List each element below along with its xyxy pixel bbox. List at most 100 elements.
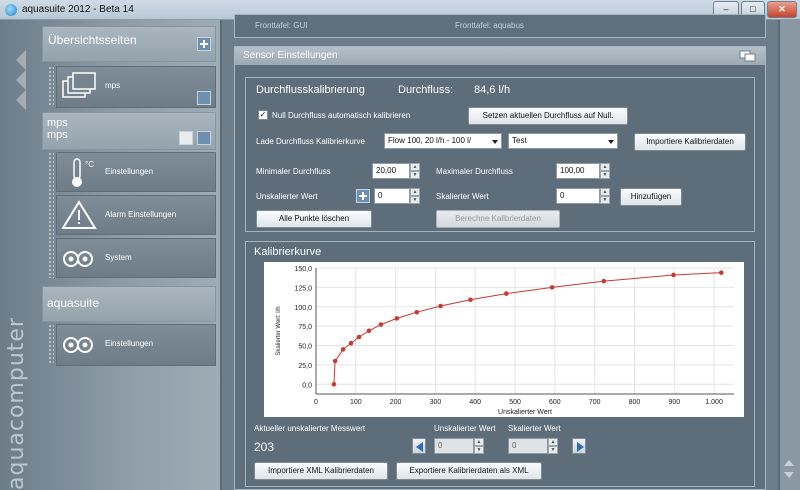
curve-select[interactable]: Flow 100, 20 l/h - 100 l/ xyxy=(384,133,502,149)
y-tick-label: 25,0 xyxy=(298,363,312,370)
scaled-input[interactable]: 0 xyxy=(556,188,600,204)
tile-device-settings[interactable]: °C Einstellungen xyxy=(56,152,216,192)
data-point xyxy=(503,291,509,296)
series-line xyxy=(333,272,722,385)
auto-zero-checkbox[interactable]: ✓ xyxy=(258,110,268,120)
x-tick-label: 200 xyxy=(390,399,402,406)
section-device[interactable]: mps mps xyxy=(42,112,216,150)
data-point xyxy=(671,272,676,278)
curve-scaled-input[interactable]: 0 xyxy=(508,438,548,454)
sensor-settings-title: Sensor Einstellungen xyxy=(243,50,338,61)
x-tick-label: 400 xyxy=(469,399,481,406)
data-point xyxy=(601,278,607,284)
data-point xyxy=(340,347,346,352)
collapse-arrows-icon[interactable] xyxy=(16,50,38,110)
name-select[interactable]: Test xyxy=(508,133,618,149)
section-overview[interactable]: Übersichtsseiten xyxy=(42,26,216,62)
flow-label: Durchfluss: xyxy=(398,84,454,96)
import-xml-button[interactable]: Importiere XML Kalibrierdaten xyxy=(254,462,388,480)
curve-unscaled-input[interactable]: 0 xyxy=(434,438,474,454)
delete-all-points-button[interactable]: Alle Punkte löschen xyxy=(256,210,372,228)
frontpanel-option-gui[interactable]: Fronttafel: GUI xyxy=(255,21,307,30)
curve-scaled-stepper[interactable]: ▲ ▼ xyxy=(548,438,558,454)
import-calibration-button[interactable]: Importiere Kalibrierdaten xyxy=(634,133,746,151)
x-tick-label: 100 xyxy=(350,399,362,406)
device-window-icon[interactable] xyxy=(179,131,193,145)
svg-text:°C: °C xyxy=(85,160,94,169)
x-tick-label: 300 xyxy=(430,399,442,406)
scroll-up-icon[interactable] xyxy=(784,460,794,466)
data-point xyxy=(468,297,473,303)
load-curve-label: Lade Durchfluss Kalibrierkurve xyxy=(256,137,365,146)
scaled-stepper[interactable]: ▲ ▼ xyxy=(600,188,610,204)
min-flow-input[interactable]: 20,00 xyxy=(372,163,410,179)
gears-icon xyxy=(63,251,93,267)
thermometer-icon: °C xyxy=(72,158,94,187)
data-point xyxy=(348,340,354,346)
x-tick-label: 700 xyxy=(589,399,601,406)
scroll-down-icon[interactable] xyxy=(784,472,794,478)
gears-icon xyxy=(63,337,93,353)
max-flow-input[interactable]: 100,00 xyxy=(556,163,600,179)
data-point xyxy=(356,334,362,340)
y-tick-label: 0,0 xyxy=(302,382,312,389)
set-zero-button[interactable]: Setzen aktuellen Durchfluss auf Null. xyxy=(468,107,628,125)
curve-unscaled-label: Unskalierter Wert xyxy=(434,424,496,433)
vertical-scrollbar[interactable] xyxy=(780,20,800,490)
flow-calibration-group: Durchflusskalibrierung Durchfluss: 84,6 … xyxy=(245,77,755,232)
curve-scaled-label: Skalierter Wert xyxy=(508,424,561,433)
windows-stack-icon xyxy=(62,72,96,98)
device-settings-icon[interactable] xyxy=(197,131,211,145)
dots-decoration xyxy=(48,324,54,364)
arrow-left-icon xyxy=(416,442,423,452)
tile-label: System xyxy=(105,253,132,262)
x-tick-label: 900 xyxy=(668,399,680,406)
current-measurement-label: Aktueller unskalierter Messwert xyxy=(254,424,366,433)
close-button[interactable]: ✕ xyxy=(767,1,797,18)
add-button[interactable]: Hinzufügen xyxy=(620,188,682,206)
section-app[interactable]: aquasuite xyxy=(42,286,216,322)
brand-logo-text: aquacomputer xyxy=(4,317,29,490)
data-point xyxy=(394,316,400,321)
previous-point-button[interactable] xyxy=(412,438,426,454)
data-point xyxy=(718,270,724,275)
add-overview-icon[interactable] xyxy=(197,37,211,51)
calibration-curve-group: Kalibrierkurve 150,0 125,0 100,0 75,0 50,0 25… xyxy=(245,241,755,487)
compute-calibration-button[interactable]: Berechne Kalibrierdaten xyxy=(436,210,560,228)
y-tick-label: 150,0 xyxy=(294,266,312,273)
sensor-settings-card: Sensor Einstellungen Durchflusskalibrier… xyxy=(234,46,766,490)
data-point xyxy=(378,322,384,327)
tile-app-settings[interactable]: Einstellungen xyxy=(56,324,216,366)
auto-zero-label: Null Durchfluss automatisch kalibrieren xyxy=(272,111,411,120)
unscaled-input[interactable]: 0 xyxy=(374,188,410,204)
sidebar: aquacomputer Übersichtsseiten mps mps mp… xyxy=(0,20,220,490)
max-flow-stepper[interactable]: ▲ ▼ xyxy=(600,163,610,179)
tile-settings-icon[interactable] xyxy=(197,91,211,105)
x-tick-label: 1.000 xyxy=(705,399,723,406)
tile-overview-mps[interactable]: mps xyxy=(56,66,216,108)
min-flow-stepper[interactable]: ▲ ▼ xyxy=(410,163,420,179)
sensor-settings-header: Sensor Einstellungen xyxy=(235,47,765,65)
next-point-button[interactable] xyxy=(572,438,586,454)
curve-unscaled-stepper[interactable]: ▲ ▼ xyxy=(474,438,484,454)
tile-system[interactable]: System xyxy=(56,238,216,278)
data-point xyxy=(331,382,337,387)
tile-alarm-settings[interactable]: Alarm Einstellungen xyxy=(56,195,216,235)
data-point xyxy=(549,285,555,290)
window-toggle-icon[interactable] xyxy=(739,50,757,62)
tile-label: Alarm Einstellungen xyxy=(105,210,177,219)
data-point xyxy=(366,328,372,334)
chevron-down-icon xyxy=(608,140,614,144)
data-point xyxy=(414,309,420,315)
window-title: aquasuite 2012 - Beta 14 xyxy=(22,4,134,15)
frontpanel-option-aquabus[interactable]: Fronttafel: aquabus xyxy=(455,21,524,30)
add-point-icon[interactable] xyxy=(356,189,370,203)
calibration-chart: 150,0 125,0 100,0 75,0 50,0 25,0 0,0 0 100 200 300… xyxy=(264,262,744,417)
scaled-label: Skalierter Wert xyxy=(436,192,489,201)
unscaled-stepper[interactable]: ▲ ▼ xyxy=(410,188,420,204)
tile-label: Einstellungen xyxy=(105,167,154,176)
current-measurement-value: 203 xyxy=(254,440,275,454)
x-tick-label: 0 xyxy=(314,399,318,406)
x-tick-label: 500 xyxy=(509,399,521,406)
export-xml-button[interactable]: Exportiere Kalibrierdaten als XML xyxy=(396,462,542,480)
